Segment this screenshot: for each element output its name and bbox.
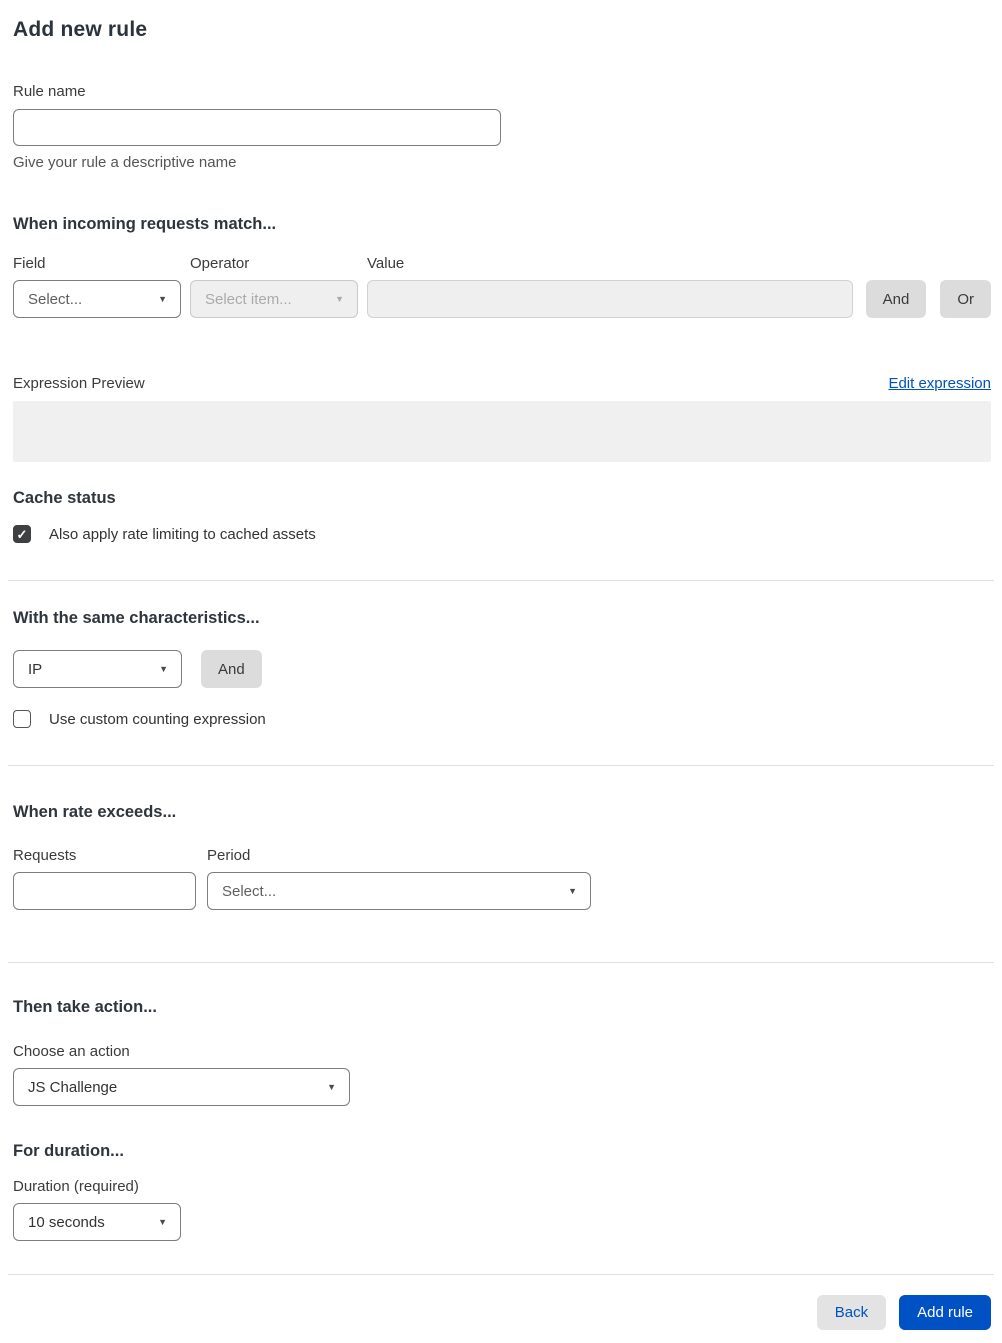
operator-select: Select item... ▼ (190, 280, 358, 318)
operator-label: Operator (190, 255, 250, 272)
characteristics-heading: With the same characteristics... (13, 609, 260, 627)
operator-select-value: Select item... (205, 290, 292, 308)
chevron-down-icon: ▼ (327, 1081, 336, 1092)
duration-heading: For duration... (13, 1142, 124, 1160)
expression-preview-label: Expression Preview (13, 375, 145, 392)
chevron-down-icon: ▼ (335, 293, 344, 304)
operator-group: Operator Select item... ▼ (190, 255, 358, 318)
section-divider (8, 580, 994, 581)
chevron-down-icon: ▼ (158, 1216, 167, 1227)
expression-preview-box (13, 401, 991, 462)
rule-name-input[interactable] (13, 109, 501, 146)
action-select-value: JS Challenge (28, 1078, 118, 1096)
characteristic-select-value: IP (28, 660, 43, 678)
rule-name-helper: Give your rule a descriptive name (13, 154, 237, 171)
add-rule-button[interactable]: Add rule (899, 1295, 991, 1330)
chevron-down-icon: ▼ (568, 885, 577, 896)
requests-group: Requests (13, 847, 196, 910)
cache-checkbox-row: ✓ Also apply rate limiting to cached ass… (13, 525, 991, 543)
characteristics-row: IP ▼ And (13, 650, 991, 688)
duration-select-value: 10 seconds (28, 1213, 105, 1231)
requests-input[interactable] (13, 872, 196, 910)
or-button[interactable]: Or (940, 280, 991, 318)
checkmark-icon: ✓ (16, 526, 28, 542)
requests-label: Requests (13, 847, 77, 864)
period-select[interactable]: Select... ▼ (207, 872, 591, 910)
custom-counting-checkbox[interactable] (13, 710, 31, 728)
section-divider (8, 962, 994, 963)
duration-select[interactable]: 10 seconds ▼ (13, 1203, 181, 1241)
match-section-heading: When incoming requests match... (13, 215, 277, 233)
rate-heading: When rate exceeds... (13, 803, 177, 821)
and-button[interactable]: And (865, 280, 927, 318)
rule-name-group: Rule name Give your rule a descriptive n… (13, 83, 991, 171)
field-select-value: Select... (28, 290, 83, 308)
action-label: Choose an action (13, 1043, 130, 1060)
action-heading: Then take action... (13, 998, 157, 1016)
rule-name-label: Rule name (13, 83, 86, 100)
period-label: Period (207, 847, 251, 864)
characteristics-and-button[interactable]: And (201, 650, 262, 688)
period-group: Period Select... ▼ (207, 847, 591, 910)
add-rule-form: Add new rule Rule name Give your rule a … (0, 0, 1002, 1343)
custom-counting-checkbox-label: Use custom counting expression (49, 710, 266, 728)
cached-assets-checkbox[interactable]: ✓ (13, 525, 31, 543)
match-row: Field Select... ▼ Operator Select item..… (13, 255, 991, 318)
page-title: Add new rule (13, 18, 148, 41)
rate-row: Requests Period Select... ▼ (13, 847, 991, 910)
section-divider (8, 1274, 994, 1275)
field-group: Field Select... ▼ (13, 255, 181, 318)
chevron-down-icon: ▼ (158, 293, 167, 304)
expression-preview-header: Expression Preview Edit expression (13, 375, 991, 392)
edit-expression-link[interactable]: Edit expression (888, 375, 991, 392)
value-input (367, 280, 853, 318)
duration-label: Duration (required) (13, 1178, 139, 1195)
field-select[interactable]: Select... ▼ (13, 280, 181, 318)
cache-status-heading: Cache status (13, 489, 116, 507)
value-group: Value (367, 255, 853, 318)
chevron-down-icon: ▼ (159, 663, 168, 674)
section-divider (8, 765, 994, 766)
period-select-value: Select... (222, 882, 277, 900)
cached-assets-checkbox-label: Also apply rate limiting to cached asset… (49, 525, 316, 543)
footer-actions: Back Add rule (13, 1295, 991, 1330)
field-label: Field (13, 255, 46, 272)
counting-checkbox-row: Use custom counting expression (13, 710, 991, 728)
action-select[interactable]: JS Challenge ▼ (13, 1068, 350, 1106)
value-label: Value (367, 255, 405, 272)
characteristic-select[interactable]: IP ▼ (13, 650, 182, 688)
back-button[interactable]: Back (816, 1295, 887, 1330)
